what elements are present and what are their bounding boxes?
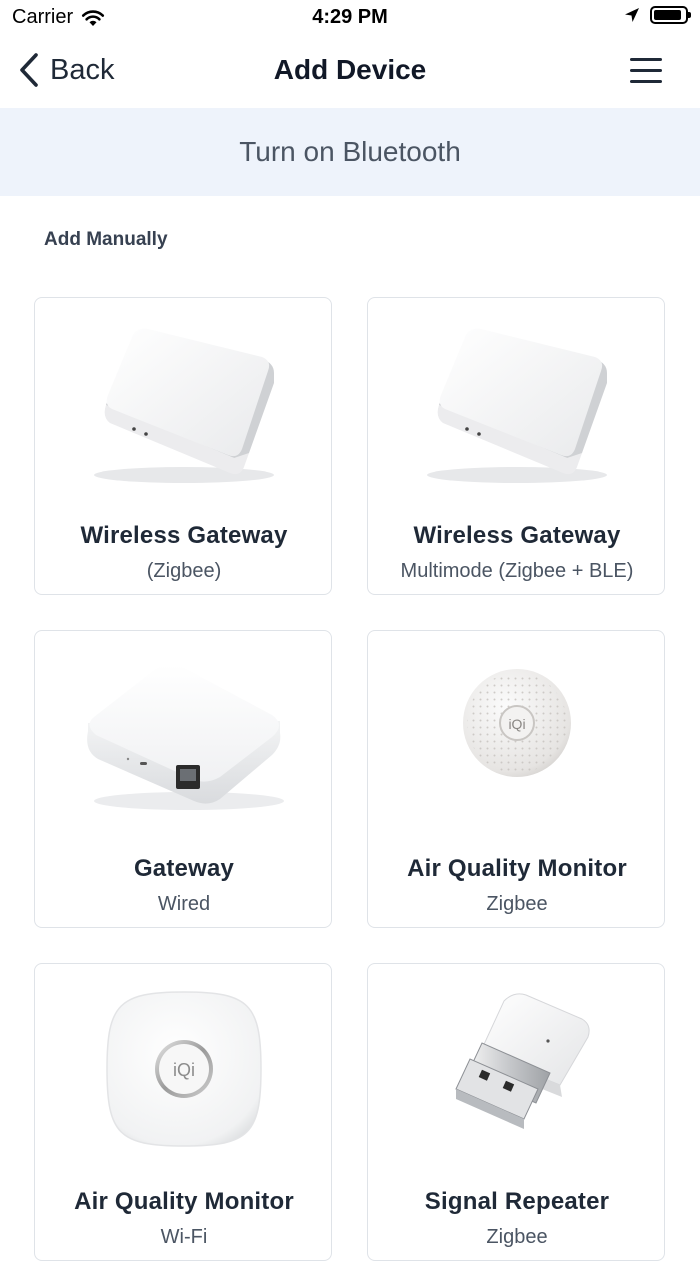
hamburger-line (630, 80, 662, 83)
device-name: Gateway (133, 855, 235, 882)
battery-icon (650, 6, 691, 24)
menu-button[interactable] (630, 58, 662, 84)
status-right (624, 6, 691, 24)
device-name: Wireless Gateway (413, 522, 621, 549)
device-card-gateway-wired[interactable]: Gateway Wired (34, 630, 332, 928)
battery-level (654, 10, 681, 20)
device-card-wireless-gateway-zigbee[interactable]: Wireless Gateway (Zigbee) (34, 297, 332, 595)
hamburger-line (630, 69, 662, 72)
device-card-signal-repeater[interactable]: Signal Repeater Zigbee (367, 963, 665, 1261)
device-name: Air Quality Monitor (407, 855, 627, 882)
device-subtitle: (Zigbee) (146, 560, 222, 582)
hamburger-line (630, 58, 662, 61)
device-logo: iQi (508, 716, 525, 732)
device-subtitle: Wired (157, 893, 211, 915)
device-name: Air Quality Monitor (74, 1188, 294, 1215)
back-label: Back (50, 53, 115, 86)
location-arrow-icon (625, 8, 639, 22)
device-subtitle: Wi-Fi (160, 1226, 208, 1248)
back-button[interactable]: Back (18, 52, 114, 88)
device-logo: iQi (173, 1060, 195, 1080)
device-name: Wireless Gateway (80, 522, 288, 549)
device-subtitle: Multimode (Zigbee + BLE) (400, 560, 634, 582)
turn-on-bluetooth-button[interactable]: Turn on Bluetooth (0, 108, 700, 196)
air-monitor-round-icon: iQi (368, 631, 664, 841)
device-card-wireless-gateway-multimode[interactable]: Wireless Gateway Multimode (Zigbee + BLE… (367, 297, 665, 595)
wired-gateway-icon (35, 631, 331, 841)
usb-repeater-icon (368, 964, 664, 1174)
clock: 4:29 PM (312, 6, 388, 28)
device-name: Signal Repeater (424, 1188, 610, 1215)
air-monitor-square-icon: iQi (35, 964, 331, 1174)
device-subtitle: Zigbee (486, 1226, 548, 1248)
device-subtitle: Zigbee (486, 893, 548, 915)
section-heading: Add Manually (44, 229, 168, 250)
device-card-air-quality-monitor-wifi[interactable]: iQi Air Quality Monitor Wi-Fi (34, 963, 332, 1261)
hub-icon (368, 298, 664, 508)
device-card-air-quality-monitor-zigbee[interactable]: iQi Air Quality Monitor Zigbee (367, 630, 665, 928)
status-bar: Carrier 4:29 PM (0, 0, 700, 36)
chevron-left-icon (20, 53, 38, 87)
navigation-bar: Back Add Device (0, 36, 700, 106)
bluetooth-banner-label: Turn on Bluetooth (239, 136, 461, 167)
hub-icon (35, 298, 331, 508)
